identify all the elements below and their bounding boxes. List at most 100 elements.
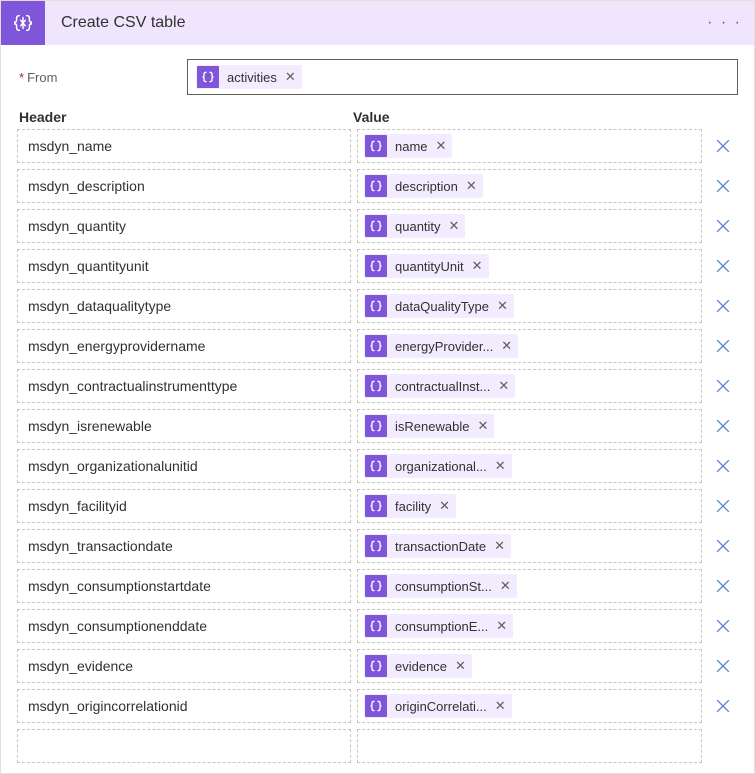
value-token[interactable]: consumptionSt...✕ bbox=[364, 574, 517, 598]
value-token[interactable]: isRenewable✕ bbox=[364, 414, 494, 438]
card-menu-button[interactable]: · · · bbox=[707, 14, 742, 32]
row-delete-button[interactable] bbox=[708, 176, 738, 196]
value-token[interactable]: name✕ bbox=[364, 134, 452, 158]
row-delete-button[interactable] bbox=[708, 136, 738, 156]
dynamic-content-icon bbox=[365, 375, 387, 397]
value-token[interactable]: dataQualityType ✕ bbox=[364, 294, 514, 318]
value-cell[interactable]: description ✕ bbox=[357, 169, 702, 203]
value-token-remove[interactable]: ✕ bbox=[495, 458, 506, 474]
header-cell[interactable]: msdyn_isrenewable bbox=[17, 409, 351, 443]
row-delete-button[interactable] bbox=[708, 496, 738, 516]
value-token-label: organizational... bbox=[395, 459, 487, 474]
value-cell[interactable]: isRenewable✕ bbox=[357, 409, 702, 443]
header-cell[interactable] bbox=[17, 729, 351, 763]
header-cell[interactable]: msdyn_transactiondate bbox=[17, 529, 351, 563]
value-token-remove[interactable]: ✕ bbox=[466, 178, 477, 194]
table-row-empty bbox=[17, 729, 738, 763]
value-token-remove[interactable]: ✕ bbox=[436, 138, 447, 154]
value-cell[interactable]: dataQualityType ✕ bbox=[357, 289, 702, 323]
row-delete-button[interactable] bbox=[708, 536, 738, 556]
value-token[interactable]: energyProvider...✕ bbox=[364, 334, 518, 358]
row-delete-button[interactable] bbox=[708, 456, 738, 476]
dynamic-content-icon bbox=[197, 66, 219, 88]
value-token[interactable]: quantity✕ bbox=[364, 214, 465, 238]
row-delete-button[interactable] bbox=[708, 576, 738, 596]
from-token-remove[interactable]: ✕ bbox=[285, 69, 296, 85]
value-cell[interactable]: transactionDate✕ bbox=[357, 529, 702, 563]
value-cell[interactable]: originCorrelati...✕ bbox=[357, 689, 702, 723]
value-token-remove[interactable]: ✕ bbox=[501, 338, 512, 354]
dynamic-content-icon bbox=[365, 575, 387, 597]
value-token[interactable]: facility✕ bbox=[364, 494, 456, 518]
value-token[interactable]: transactionDate✕ bbox=[364, 534, 511, 558]
dynamic-content-icon bbox=[365, 615, 387, 637]
value-token-label: dataQualityType bbox=[395, 299, 489, 314]
value-cell[interactable]: facility✕ bbox=[357, 489, 702, 523]
row-delete-button[interactable] bbox=[708, 416, 738, 436]
row-delete-button[interactable] bbox=[708, 336, 738, 356]
action-icon bbox=[1, 1, 45, 45]
value-cell[interactable]: contractualInst...✕ bbox=[357, 369, 702, 403]
value-token[interactable]: quantityUnit✕ bbox=[364, 254, 489, 278]
value-token[interactable]: evidence✕ bbox=[364, 654, 472, 678]
value-token[interactable]: organizational... ✕ bbox=[364, 454, 512, 478]
row-delete-button[interactable] bbox=[708, 616, 738, 636]
header-cell[interactable]: msdyn_organizationalunitid bbox=[17, 449, 351, 483]
value-cell[interactable]: quantityUnit✕ bbox=[357, 249, 702, 283]
row-delete-button[interactable] bbox=[708, 256, 738, 276]
columns-header: Header Value bbox=[17, 109, 738, 125]
value-cell[interactable]: name✕ bbox=[357, 129, 702, 163]
header-cell[interactable]: msdyn_dataqualitytype bbox=[17, 289, 351, 323]
header-cell[interactable]: msdyn_quantityunit bbox=[17, 249, 351, 283]
value-token-remove[interactable]: ✕ bbox=[500, 578, 511, 594]
value-token-remove[interactable]: ✕ bbox=[498, 378, 509, 394]
card-header[interactable]: Create CSV table · · · bbox=[1, 1, 754, 45]
value-token-remove[interactable]: ✕ bbox=[494, 538, 505, 554]
dynamic-content-icon bbox=[365, 255, 387, 277]
from-row: *From activities ✕ bbox=[17, 59, 738, 95]
header-cell[interactable]: msdyn_facilityid bbox=[17, 489, 351, 523]
table-row: msdyn_origincorrelationid originCorrelati… bbox=[17, 689, 738, 723]
value-cell[interactable]: organizational... ✕ bbox=[357, 449, 702, 483]
value-token[interactable]: contractualInst...✕ bbox=[364, 374, 515, 398]
header-col-label: Header bbox=[19, 109, 353, 125]
value-token-remove[interactable]: ✕ bbox=[472, 258, 483, 274]
from-input[interactable]: activities ✕ bbox=[187, 59, 738, 95]
row-delete-button[interactable] bbox=[708, 296, 738, 316]
value-cell[interactable]: energyProvider...✕ bbox=[357, 329, 702, 363]
row-delete-button[interactable] bbox=[708, 656, 738, 676]
header-cell[interactable]: msdyn_name bbox=[17, 129, 351, 163]
value-token[interactable]: description ✕ bbox=[364, 174, 483, 198]
row-delete-button[interactable] bbox=[708, 696, 738, 716]
value-token-remove[interactable]: ✕ bbox=[496, 618, 507, 634]
value-cell[interactable]: consumptionSt...✕ bbox=[357, 569, 702, 603]
value-token-remove[interactable]: ✕ bbox=[477, 418, 488, 434]
header-cell[interactable]: msdyn_consumptionenddate bbox=[17, 609, 351, 643]
value-token[interactable]: originCorrelati...✕ bbox=[364, 694, 512, 718]
value-token-remove[interactable]: ✕ bbox=[495, 698, 506, 714]
value-token-remove[interactable]: ✕ bbox=[439, 498, 450, 514]
value-token-remove[interactable]: ✕ bbox=[497, 298, 508, 314]
value-token[interactable]: consumptionE...✕ bbox=[364, 614, 513, 638]
table-row: msdyn_contractualinstrumenttype contractu… bbox=[17, 369, 738, 403]
header-cell[interactable]: msdyn_evidence bbox=[17, 649, 351, 683]
value-cell[interactable] bbox=[357, 729, 702, 763]
value-token-label: description bbox=[395, 179, 458, 194]
row-delete-button[interactable] bbox=[708, 216, 738, 236]
header-cell[interactable]: msdyn_contractualinstrumenttype bbox=[17, 369, 351, 403]
header-cell[interactable]: msdyn_description bbox=[17, 169, 351, 203]
value-token-remove[interactable]: ✕ bbox=[455, 658, 466, 674]
from-token[interactable]: activities ✕ bbox=[196, 65, 302, 89]
value-token-remove[interactable]: ✕ bbox=[449, 218, 460, 234]
header-cell[interactable]: msdyn_quantity bbox=[17, 209, 351, 243]
header-cell[interactable]: msdyn_consumptionstartdate bbox=[17, 569, 351, 603]
dynamic-content-icon bbox=[365, 335, 387, 357]
dynamic-content-icon bbox=[365, 655, 387, 677]
value-cell[interactable]: consumptionE...✕ bbox=[357, 609, 702, 643]
value-cell[interactable]: evidence✕ bbox=[357, 649, 702, 683]
header-cell[interactable]: msdyn_energyprovidername bbox=[17, 329, 351, 363]
table-row: msdyn_dataqualitytype dataQualityType ✕ bbox=[17, 289, 738, 323]
value-cell[interactable]: quantity✕ bbox=[357, 209, 702, 243]
header-cell[interactable]: msdyn_origincorrelationid bbox=[17, 689, 351, 723]
row-delete-button[interactable] bbox=[708, 376, 738, 396]
